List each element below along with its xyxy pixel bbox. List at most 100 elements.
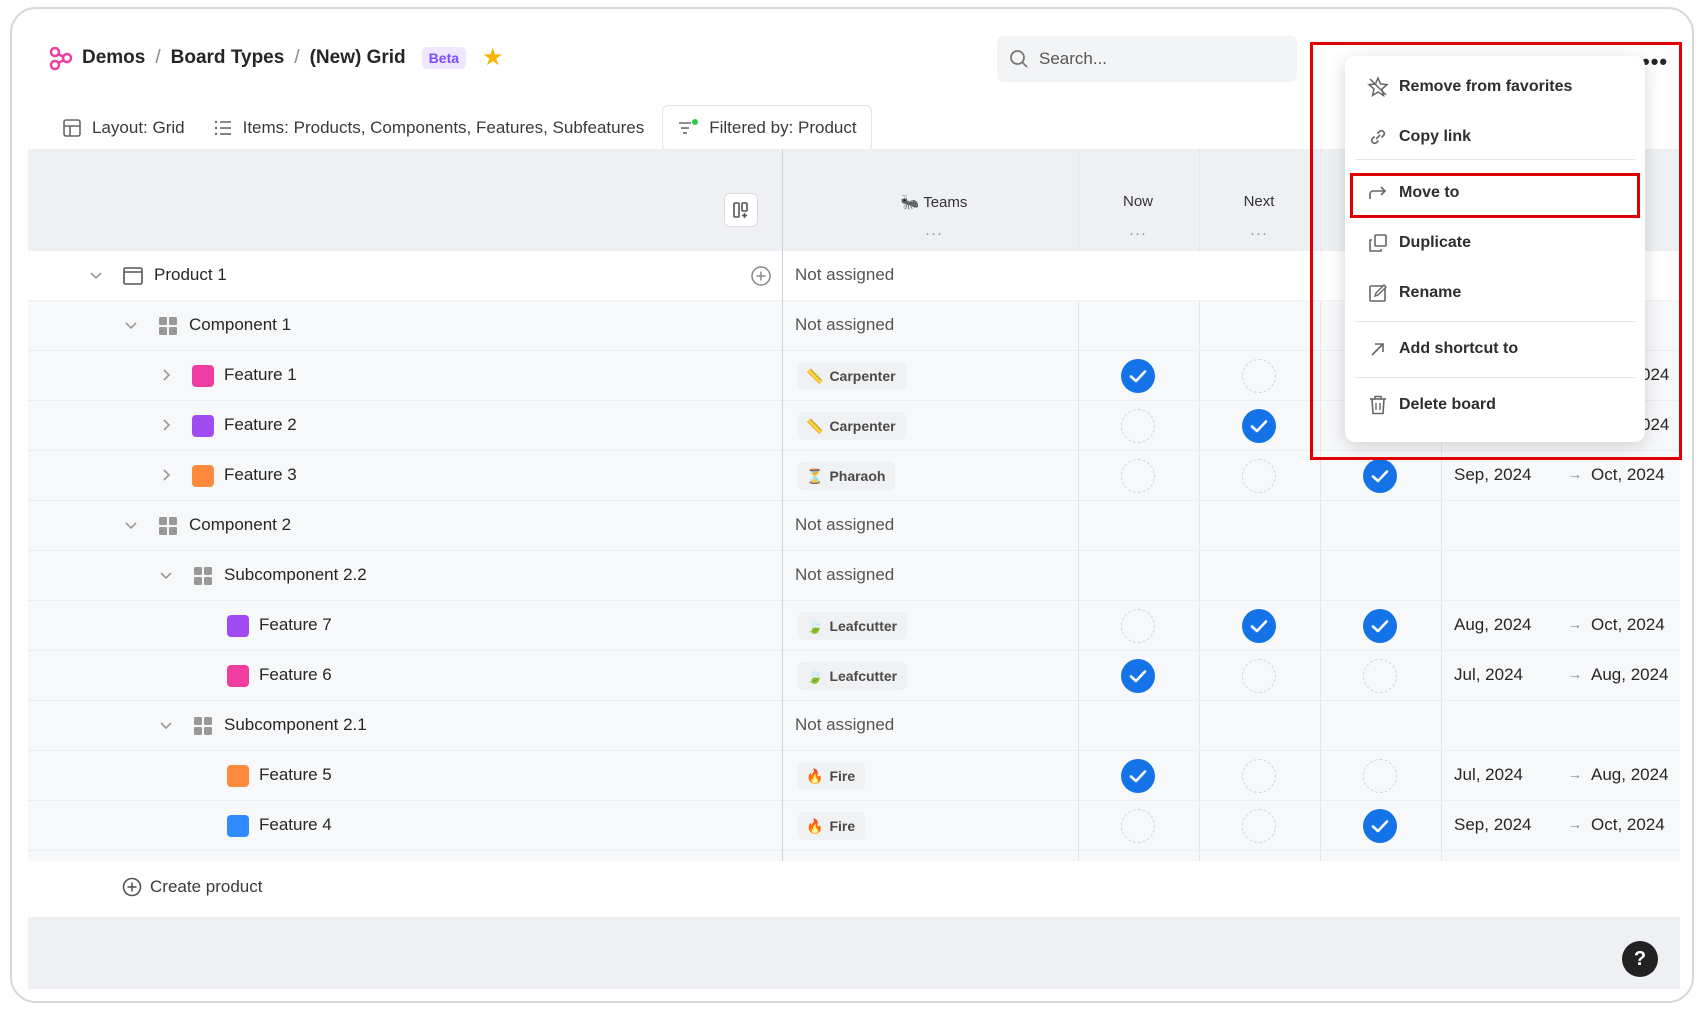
component-row[interactable]: Component 2 Not assigned — [28, 501, 1680, 551]
chevron-right-icon[interactable] — [158, 417, 174, 433]
date-arrow-icon: → — [1568, 616, 1582, 632]
row-label[interactable]: Feature 3 — [224, 465, 297, 485]
page-title[interactable]: (New) Grid — [310, 47, 406, 69]
start-date[interactable]: Jul, 2024 — [1454, 665, 1523, 685]
row-label[interactable]: Subcomponent 2.1 — [224, 715, 367, 735]
now-column-header[interactable]: Now — [1123, 193, 1153, 210]
date-arrow-icon: → — [1568, 466, 1582, 482]
row-label[interactable]: Component 2 — [189, 515, 291, 535]
breadcrumb-board-types[interactable]: Board Types — [171, 47, 285, 69]
now-checkbox[interactable] — [1121, 659, 1155, 693]
end-date[interactable]: Oct, 2024 — [1591, 465, 1665, 485]
next-column-header[interactable]: Next — [1244, 193, 1275, 210]
date-arrow-icon: → — [1568, 766, 1582, 782]
row-label[interactable]: Feature 4 — [259, 815, 332, 835]
later-checkbox[interactable] — [1363, 459, 1397, 493]
items-button[interactable]: Items: Products, Components, Features, S… — [199, 105, 659, 151]
later-checkbox[interactable] — [1363, 809, 1397, 843]
row-label[interactable]: Subcomponent 2.2 — [224, 565, 367, 585]
start-date[interactable]: Sep, 2024 — [1454, 815, 1532, 835]
next-column-menu-icon[interactable]: ··· — [1250, 225, 1268, 242]
row-label[interactable]: Feature 1 — [224, 365, 297, 385]
team-tag[interactable]: ⏳ Pharaoh — [798, 462, 896, 490]
feature-row[interactable]: Feature 4 🔥 Fire Sep, 2024 → Oct, 2024 — [28, 801, 1680, 851]
team-tag[interactable]: 🍃 Leafcutter — [798, 612, 908, 640]
row-label[interactable]: Feature 2 — [224, 415, 297, 435]
teams-column-header[interactable]: 🐜 Teams — [901, 193, 968, 211]
start-date[interactable]: Aug, 2024 — [1454, 615, 1532, 635]
row-label[interactable]: Feature 5 — [259, 765, 332, 785]
row-label[interactable]: Product 1 — [154, 265, 227, 285]
next-checkbox[interactable] — [1242, 609, 1276, 643]
search-input[interactable]: Search... — [997, 36, 1297, 82]
teams-not-assigned[interactable]: Not assigned — [795, 315, 894, 335]
team-tag[interactable]: 🍃 Leafcutter — [798, 662, 908, 690]
now-checkbox[interactable] — [1121, 359, 1155, 393]
chevron-down-icon[interactable] — [123, 517, 139, 533]
later-checkbox[interactable] — [1363, 659, 1397, 693]
create-product-button[interactable]: Create product — [122, 877, 262, 897]
next-checkbox[interactable] — [1242, 759, 1276, 793]
feature-row[interactable]: Feature 6 🍃 Leafcutter Jul, 2024 → Aug, 2024 — [28, 651, 1680, 701]
breadcrumb-demos[interactable]: Demos — [82, 47, 145, 69]
now-checkbox[interactable] — [1121, 459, 1155, 493]
team-emoji-icon: 🔥 — [806, 767, 824, 784]
end-date[interactable]: Aug, 2024 — [1591, 665, 1669, 685]
team-name: Pharaoh — [829, 468, 886, 484]
teams-not-assigned[interactable]: Not assigned — [795, 265, 894, 285]
chevron-down-icon[interactable] — [158, 717, 174, 733]
chevron-down-icon[interactable] — [158, 567, 174, 583]
column-divider[interactable] — [782, 149, 783, 861]
start-date[interactable]: Jul, 2024 — [1454, 765, 1523, 785]
feature-color-icon — [227, 665, 249, 687]
team-tag[interactable]: 📏 Carpenter — [798, 362, 906, 390]
next-checkbox[interactable] — [1242, 359, 1276, 393]
now-checkbox[interactable] — [1121, 759, 1155, 793]
add-item-icon[interactable] — [750, 265, 772, 287]
row-label[interactable]: Feature 6 — [259, 665, 332, 685]
now-checkbox[interactable] — [1121, 809, 1155, 843]
feature-color-icon — [192, 465, 214, 487]
end-date[interactable]: Aug, 2024 — [1591, 765, 1669, 785]
now-checkbox[interactable] — [1121, 609, 1155, 643]
row-label[interactable]: Feature 7 — [259, 615, 332, 635]
teams-not-assigned[interactable]: Not assigned — [795, 515, 894, 535]
feature-color-icon — [227, 815, 249, 837]
component-row[interactable]: Subcomponent 2.2 Not assigned — [28, 551, 1680, 601]
later-checkbox[interactable] — [1363, 609, 1397, 643]
next-checkbox[interactable] — [1242, 659, 1276, 693]
teams-not-assigned[interactable]: Not assigned — [795, 565, 894, 585]
later-checkbox[interactable] — [1363, 759, 1397, 793]
team-ant-icon: 🐜 — [900, 194, 920, 211]
chevron-down-icon[interactable] — [88, 267, 104, 283]
end-date[interactable]: Oct, 2024 — [1591, 615, 1665, 635]
layout-button[interactable]: Layout: Grid — [48, 105, 199, 151]
feature-row[interactable]: Feature 7 🍃 Leafcutter Aug, 2024 → Oct, 2024 — [28, 601, 1680, 651]
start-date[interactable]: Sep, 2024 — [1454, 465, 1532, 485]
next-checkbox[interactable] — [1242, 459, 1276, 493]
next-checkbox[interactable] — [1242, 809, 1276, 843]
chevron-down-icon[interactable] — [123, 317, 139, 333]
next-checkbox[interactable] — [1242, 409, 1276, 443]
app-logo-icon[interactable] — [48, 45, 74, 71]
component-row[interactable]: Subcomponent 2.1 Not assigned — [28, 701, 1680, 751]
highlight-box-menu — [1310, 42, 1682, 460]
favorite-star-icon[interactable]: ★ — [482, 46, 504, 70]
team-name: Leafcutter — [829, 668, 898, 684]
end-date[interactable]: Oct, 2024 — [1591, 815, 1665, 835]
row-label[interactable]: Component 1 — [189, 315, 291, 335]
teams-not-assigned[interactable]: Not assigned — [795, 715, 894, 735]
now-checkbox[interactable] — [1121, 409, 1155, 443]
chevron-right-icon[interactable] — [158, 467, 174, 483]
team-tag[interactable]: 📏 Carpenter — [798, 412, 906, 440]
chevron-right-icon[interactable] — [158, 367, 174, 383]
column-settings-icon[interactable] — [724, 193, 758, 227]
layout-label: Layout: Grid — [92, 118, 185, 137]
team-tag[interactable]: 🔥 Fire — [798, 812, 866, 840]
feature-row[interactable]: Feature 5 🔥 Fire Jul, 2024 → Aug, 2024 — [28, 751, 1680, 801]
teams-column-menu-icon[interactable]: ··· — [925, 225, 943, 242]
now-column-menu-icon[interactable]: ··· — [1129, 225, 1147, 242]
team-tag[interactable]: 🔥 Fire — [798, 762, 866, 790]
help-button[interactable]: ? — [1622, 941, 1658, 977]
filter-button[interactable]: Filtered by: Product — [662, 105, 872, 151]
